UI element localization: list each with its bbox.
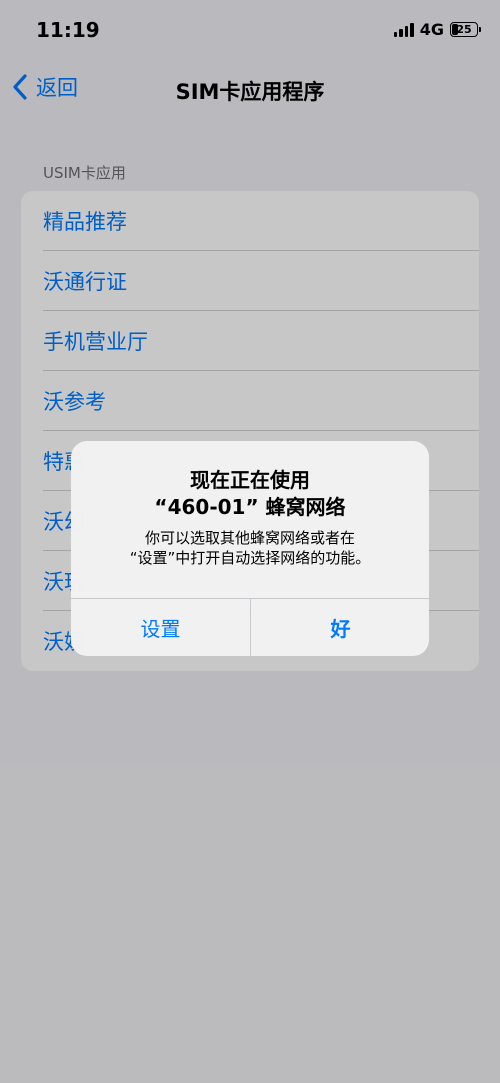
- alert-message: 你可以选取其他蜂窝网络或者在 “设置”中打开自动选择网络的功能。: [71, 528, 429, 568]
- alert-title-line2: “460-01” 蜂窝网络: [154, 495, 346, 519]
- alert-title: 现在正在使用 “460-01” 蜂窝网络: [71, 467, 429, 521]
- ok-button[interactable]: 好: [251, 599, 429, 656]
- alert-message-line2: “设置”中打开自动选择网络的功能。: [129, 549, 371, 567]
- alert-message-line1: 你可以选取其他蜂窝网络或者在: [144, 529, 355, 547]
- network-alert-dialog: 现在正在使用 “460-01” 蜂窝网络 你可以选取其他蜂窝网络或者在 “设置”…: [71, 441, 429, 656]
- alert-title-line1: 现在正在使用: [190, 468, 310, 492]
- settings-button[interactable]: 设置: [71, 599, 250, 656]
